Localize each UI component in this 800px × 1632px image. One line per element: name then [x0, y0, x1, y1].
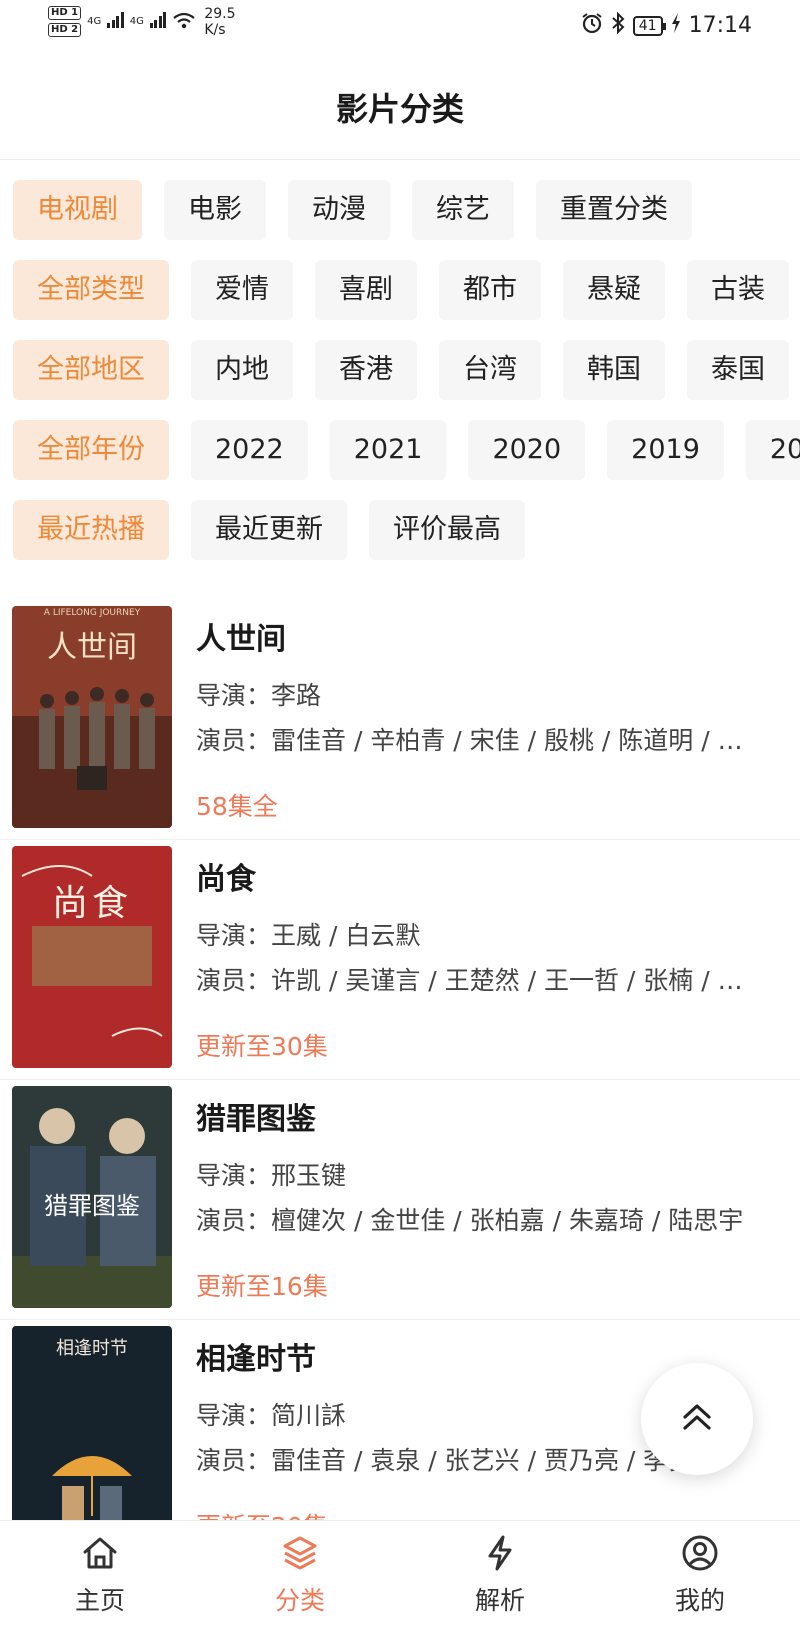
lightning-icon: [480, 1533, 520, 1573]
chip-recently-hot[interactable]: 最近热播: [13, 500, 169, 560]
chip-korea[interactable]: 韩国: [563, 340, 665, 400]
alarm-icon: [581, 12, 603, 39]
filter-row-sort: 最近热播 最近更新 评价最高: [13, 500, 525, 560]
layers-icon: [280, 1533, 320, 1573]
scroll-to-top-button[interactable]: [641, 1363, 753, 1475]
chip-year-2019[interactable]: 2019: [607, 420, 724, 480]
nav-profile[interactable]: 我的: [600, 1521, 800, 1632]
poster-image[interactable]: 尚食: [12, 846, 172, 1068]
nav-label-parse: 解析: [474, 1586, 525, 1615]
chip-anime[interactable]: 动漫: [288, 180, 390, 240]
movie-director: 导演：邢玉键: [196, 1161, 347, 1190]
movie-cast: 演员：雷佳音 / 辛柏青 / 宋佳 / 殷桃 / 陈道明 / 丁勇岱: [196, 726, 761, 755]
poster-subtext: A LIFELONG JOURNEY: [43, 608, 141, 618]
filter-row-genre: 全部类型 爱情 喜剧 都市 悬疑 古装: [13, 260, 789, 320]
chip-year-2022[interactable]: 2022: [191, 420, 308, 480]
user-icon: [680, 1533, 720, 1573]
poster-title: 人世间: [47, 630, 137, 665]
chip-year-2018[interactable]: 2018: [745, 420, 800, 480]
network-type-1: 4G: [87, 16, 102, 27]
double-chevron-up-icon: [679, 1399, 715, 1439]
chip-hongkong[interactable]: 香港: [315, 340, 417, 400]
movie-item[interactable]: 猎罪图鉴 猎罪图鉴 导演：邢玉键 演员：檀健次 / 金世佳 / 张柏嘉 / 朱嘉…: [0, 1080, 800, 1320]
chip-reset-category[interactable]: 重置分类: [536, 180, 692, 240]
signal-bars-1-icon: [107, 12, 124, 28]
movie-cast: 演员：许凯 / 吴谨言 / 王楚然 / 王一哲 / 张楠 / 邓萃雯: [196, 966, 761, 995]
chip-recently-updated[interactable]: 最近更新: [191, 500, 347, 560]
page-header: 影片分类: [0, 60, 800, 160]
poster-title: 相逢时节: [56, 1338, 128, 1359]
movie-title[interactable]: 猎罪图鉴: [196, 1094, 316, 1138]
nav-parse[interactable]: 解析: [400, 1521, 600, 1632]
movie-title[interactable]: 人世间: [196, 614, 286, 658]
chip-mystery[interactable]: 悬疑: [563, 260, 665, 320]
battery-indicator: 41: [632, 15, 666, 36]
movie-director: 导演：李路: [196, 681, 322, 710]
chip-all-years[interactable]: 全部年份: [13, 420, 169, 480]
episode-status: 58集全: [196, 792, 278, 821]
wifi-icon: [172, 12, 196, 35]
chip-all-regions[interactable]: 全部地区: [13, 340, 169, 400]
chip-variety[interactable]: 综艺: [412, 180, 514, 240]
movie-item[interactable]: 尚食 尚食 导演：王威 / 白云默 演员：许凯 / 吴谨言 / 王楚然 / 王一…: [0, 840, 800, 1080]
status-bar: HD 1 HD 2 4G 4G 29.5 K/s 41 17:14: [0, 0, 800, 50]
network-speed: 29.5 K/s: [204, 6, 235, 38]
chip-thailand[interactable]: 泰国: [687, 340, 789, 400]
movie-title[interactable]: 相逢时节: [196, 1334, 316, 1378]
nav-label-category: 分类: [274, 1586, 325, 1615]
nav-category[interactable]: 分类: [200, 1521, 400, 1632]
poster-image[interactable]: 猎罪图鉴: [12, 1086, 172, 1308]
poster-title: 猎罪图鉴: [44, 1192, 140, 1220]
chip-year-2020[interactable]: 2020: [468, 420, 586, 480]
chip-romance[interactable]: 爱情: [191, 260, 293, 320]
chip-comedy[interactable]: 喜剧: [315, 260, 417, 320]
poster-image[interactable]: 相逢时节: [12, 1326, 172, 1548]
movie-director: 导演：王威 / 白云默: [196, 921, 421, 950]
bottom-nav: 主页 分类 解析 我的: [0, 1520, 800, 1632]
home-icon: [80, 1533, 120, 1573]
episode-status: 更新至30集: [196, 1032, 328, 1061]
status-right: 41 17:14: [581, 11, 752, 39]
network-speed-unit: K/s: [204, 22, 226, 38]
nav-label-home: 主页: [74, 1586, 125, 1615]
status-left: HD 1 HD 2 4G 4G 29.5 K/s: [48, 6, 236, 38]
chip-tv-series[interactable]: 电视剧: [13, 180, 142, 240]
bluetooth-icon: [611, 11, 625, 39]
app-screen: HD 1 HD 2 4G 4G 29.5 K/s 41 17:14 影片分类 电…: [0, 0, 800, 1632]
hd-stack: HD 1 HD 2: [48, 6, 82, 37]
hd-badge-2: HD 2: [48, 23, 82, 37]
chip-top-rated[interactable]: 评价最高: [369, 500, 525, 560]
filter-row-region: 全部地区 内地 香港 台湾 韩国 泰国: [13, 340, 789, 400]
charging-icon: [671, 13, 681, 38]
page-title: 影片分类: [335, 90, 464, 128]
movie-cast: 演员：檀健次 / 金世佳 / 张柏嘉 / 朱嘉琦 / 陆思宇: [196, 1206, 744, 1235]
poster-title: 尚食: [51, 883, 132, 924]
chip-taiwan[interactable]: 台湾: [439, 340, 541, 400]
signal-bars-2-icon: [149, 12, 167, 28]
chip-mainland[interactable]: 内地: [191, 340, 293, 400]
episode-status: 更新至16集: [196, 1272, 328, 1301]
nav-home[interactable]: 主页: [0, 1521, 200, 1632]
chip-urban[interactable]: 都市: [439, 260, 541, 320]
chip-costume[interactable]: 古装: [687, 260, 789, 320]
chip-movie[interactable]: 电影: [164, 180, 266, 240]
filter-row-category: 电视剧 电影 动漫 综艺 重置分类: [13, 180, 692, 240]
hd-badge-1: HD 1: [48, 6, 82, 20]
chip-all-genres[interactable]: 全部类型: [13, 260, 169, 320]
chip-year-2021[interactable]: 2021: [329, 420, 447, 480]
movie-title[interactable]: 尚食: [196, 854, 256, 898]
network-speed-value: 29.5: [204, 6, 236, 22]
filter-row-year: 全部年份 2022 2021 2020 2019 2018: [13, 420, 800, 480]
nav-label-profile: 我的: [674, 1586, 725, 1615]
network-type-2: 4G: [129, 16, 144, 27]
poster-image[interactable]: A LIFELONG JOURNEY 人世间: [12, 606, 172, 828]
clock: 17:14: [688, 13, 752, 38]
movie-item[interactable]: A LIFELONG JOURNEY 人世间 人世间 导演：李路 演员：雷佳音 …: [0, 600, 800, 840]
